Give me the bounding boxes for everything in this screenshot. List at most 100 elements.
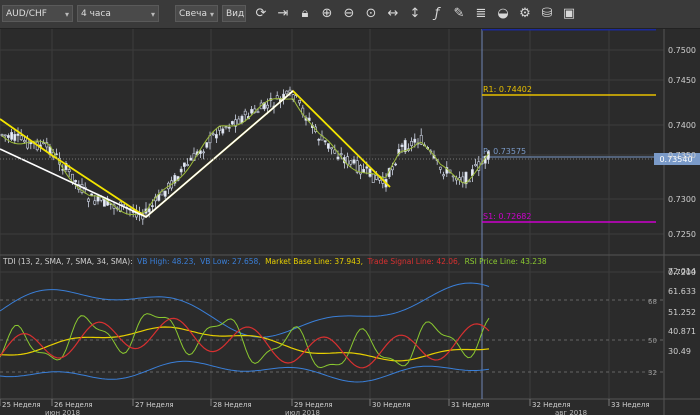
tdi-rsi-price: RSI Price Line: 43.238 bbox=[465, 257, 547, 266]
timeframe-value: 4 часа bbox=[81, 9, 111, 19]
chart-type-select[interactable]: Свеча ▾ bbox=[175, 5, 218, 22]
candle-body bbox=[215, 134, 218, 139]
candle-body bbox=[474, 164, 478, 167]
candle-body bbox=[298, 100, 302, 104]
candle-body bbox=[330, 147, 334, 150]
indicator-icon[interactable]: ✎ bbox=[450, 5, 468, 23]
candle-body bbox=[205, 142, 209, 148]
tdi-trade-signal: Trade Signal Line: 42.06, bbox=[366, 257, 460, 266]
paint-bucket-icon[interactable]: ⛁ bbox=[538, 5, 556, 23]
candle-body bbox=[93, 200, 97, 205]
s1-label: S1: 0.72682 bbox=[483, 212, 532, 221]
candle-body bbox=[183, 162, 186, 167]
function-icon[interactable]: ƒ bbox=[428, 5, 446, 23]
indicator-tick-label: 61.633 bbox=[668, 287, 696, 296]
candle-body bbox=[307, 117, 311, 121]
candle-body bbox=[7, 135, 10, 138]
candle-body bbox=[231, 121, 234, 125]
candle-body bbox=[413, 138, 417, 143]
candle-body bbox=[202, 151, 206, 154]
candle-body bbox=[227, 127, 231, 129]
candle-body bbox=[221, 128, 225, 134]
symbol-value: AUD/CHF bbox=[6, 9, 47, 19]
candle-body bbox=[365, 166, 369, 169]
zoom-out-icon[interactable]: ⊖ bbox=[340, 5, 358, 23]
price-tick-label: 0.7500 bbox=[668, 46, 696, 55]
view-value: Вид bbox=[226, 9, 245, 19]
candle-body bbox=[362, 169, 366, 173]
candle-body bbox=[179, 168, 183, 173]
move-horizontal-icon[interactable]: ↔ bbox=[384, 5, 402, 23]
month-label: июн 2018 bbox=[45, 409, 80, 415]
candle-body bbox=[374, 175, 378, 180]
level-32-label: 32 bbox=[648, 369, 657, 377]
layers-icon[interactable]: ≣ bbox=[472, 5, 490, 23]
tdi-vb-low: VB Low: 27.658, bbox=[200, 257, 261, 266]
candle-body bbox=[163, 190, 167, 197]
candle-body bbox=[87, 198, 90, 202]
candle-body bbox=[67, 169, 71, 173]
candle-body bbox=[333, 149, 337, 154]
level-68-label: 68 bbox=[648, 298, 657, 306]
candle-body bbox=[400, 144, 404, 147]
timeframe-select[interactable]: 4 часа ▾ bbox=[77, 5, 159, 22]
candle-body bbox=[394, 163, 398, 166]
week-label: 33 Неделя bbox=[611, 401, 650, 409]
price-tick-label: 0.7400 bbox=[668, 121, 696, 130]
refresh-icon[interactable]: ⟳ bbox=[252, 5, 270, 23]
settings-icon[interactable]: ⚙ bbox=[516, 5, 534, 23]
symbol-select[interactable]: AUD/CHF ▾ bbox=[2, 5, 73, 22]
week-label: 26 Неделя bbox=[54, 401, 93, 409]
week-label: 32 Неделя bbox=[532, 401, 571, 409]
candle-body bbox=[211, 133, 215, 136]
r1-label: R1: 0.74402 bbox=[483, 85, 532, 94]
scroll-to-end-icon[interactable]: ⇥ bbox=[274, 5, 292, 23]
candle-body bbox=[10, 132, 14, 140]
candle-body bbox=[0, 134, 4, 136]
candle-body bbox=[442, 174, 446, 177]
indicator-tick-label: 72.014 bbox=[668, 267, 696, 276]
candle-body bbox=[438, 166, 442, 170]
candle-body bbox=[352, 159, 356, 164]
level-50-label: 50 bbox=[648, 337, 657, 345]
palette-icon[interactable]: ◒ bbox=[494, 5, 512, 23]
indicator-tick-label: 30.49 bbox=[668, 347, 691, 356]
candle-body bbox=[224, 126, 228, 128]
candle-body bbox=[151, 205, 154, 207]
week-label: 30 Неделя bbox=[372, 401, 411, 409]
candle-body bbox=[368, 168, 372, 177]
lock-icon[interactable]: 🔒︎ bbox=[296, 5, 314, 23]
move-vertical-icon[interactable]: ↕ bbox=[406, 5, 424, 23]
zoom-in-icon[interactable]: ⊕ bbox=[318, 5, 336, 23]
week-label: 29 Неделя bbox=[294, 401, 333, 409]
chevron-down-icon: ▾ bbox=[150, 10, 155, 19]
toolbar: AUD/CHF ▾ 4 часа ▾ Свеча ▾ Вид ⟳ ⇥ 🔒︎ ⊕ ⊖ ⊙… bbox=[0, 0, 700, 29]
price-tick-label: 0.7300 bbox=[668, 195, 696, 204]
candle-body bbox=[3, 134, 7, 137]
zoom-fit-icon[interactable]: ⊙ bbox=[362, 5, 380, 23]
tdi-legend: TDI (13, 2, SMA, 7, SMA, 34, SMA): VB Hi… bbox=[2, 257, 547, 266]
indicator-tick-label: 51.252 bbox=[668, 308, 696, 317]
candle-body bbox=[13, 134, 17, 141]
screenshot-icon[interactable]: ▣ bbox=[560, 5, 578, 23]
candle-body bbox=[339, 153, 343, 155]
candle-body bbox=[240, 115, 244, 124]
candle-body bbox=[266, 104, 270, 109]
candle-body bbox=[371, 173, 375, 183]
candle-body bbox=[326, 143, 330, 149]
candle-body bbox=[16, 133, 20, 136]
tdi-title: TDI (13, 2, SMA, 7, SMA, 34, SMA): bbox=[2, 257, 133, 266]
week-label: 31 Неделя bbox=[451, 401, 490, 409]
chart-area[interactable]: R1: 0.74402 P: 0.73575 S1: 0.72682 0.735… bbox=[0, 29, 700, 415]
candle-body bbox=[250, 109, 254, 114]
candle-body bbox=[256, 111, 260, 113]
candle-body bbox=[317, 139, 321, 141]
week-label: 27 Неделя bbox=[135, 401, 174, 409]
candle-body bbox=[285, 90, 289, 95]
view-select[interactable]: Вид bbox=[222, 5, 246, 22]
candle-body bbox=[237, 118, 241, 125]
price-tick-label: 0.7450 bbox=[668, 76, 696, 85]
week-label: 25 Неделя bbox=[2, 401, 41, 409]
chevron-down-icon: ▾ bbox=[64, 10, 69, 19]
tdi-vb-high: VB High: 48.23, bbox=[137, 257, 196, 266]
